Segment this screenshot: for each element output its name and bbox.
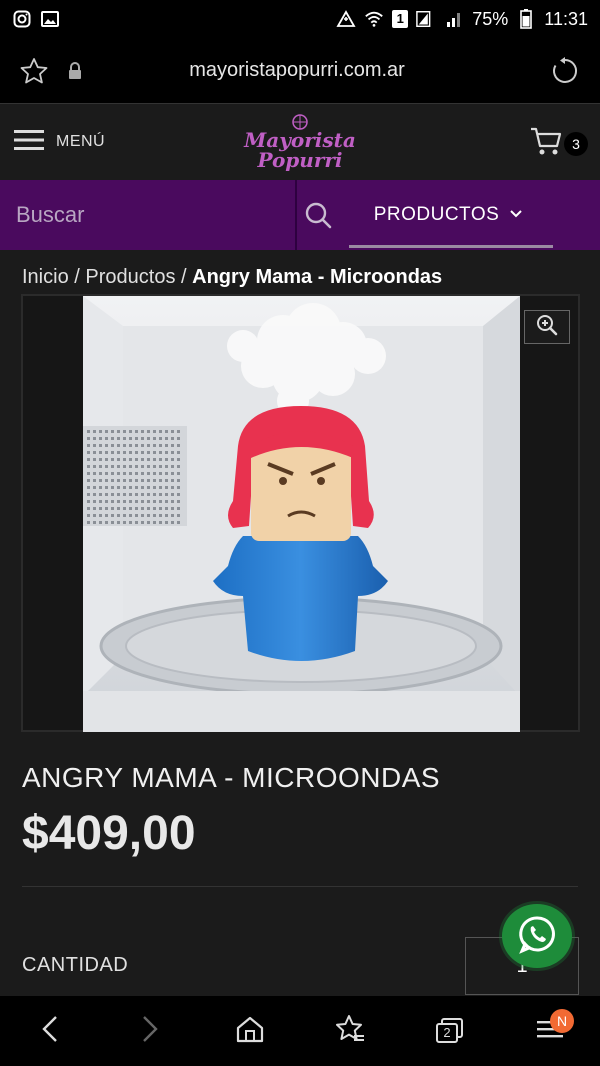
sim-slot-badge: 1 xyxy=(392,10,409,28)
breadcrumb-separator: / xyxy=(74,266,80,288)
forward-button[interactable] xyxy=(120,1001,180,1061)
product-image[interactable] xyxy=(83,296,520,732)
back-arrow-icon xyxy=(40,1015,60,1048)
battery-percent: 75% xyxy=(472,8,509,29)
product-title: ANGRY MAMA - MICROONDAS xyxy=(22,762,441,793)
forward-arrow-icon xyxy=(140,1015,160,1048)
status-bar: 1 75% 11:31 xyxy=(0,0,600,38)
cart-button[interactable]: 3 xyxy=(530,126,588,161)
tabs-button[interactable]: 2 xyxy=(420,1001,480,1061)
chevron-down-icon xyxy=(509,206,523,224)
breadcrumb-current: Angry Mama - Microondas xyxy=(192,266,443,288)
products-dropdown[interactable]: PRODUCTOS xyxy=(297,180,600,250)
logo-line-2: Popurri xyxy=(257,148,343,172)
menu-label: MENÚ xyxy=(56,133,106,150)
signal-icon xyxy=(416,9,436,29)
bookmarks-button[interactable] xyxy=(320,1001,380,1061)
whatsapp-button[interactable] xyxy=(502,904,572,968)
url-text[interactable]: mayoristapopurri.com.ar xyxy=(46,59,548,82)
wifi-icon xyxy=(364,9,384,29)
menu-button[interactable]: MENÚ xyxy=(14,128,105,157)
search-nav-bar: PRODUCTOS xyxy=(0,180,600,250)
breadcrumb-separator: / xyxy=(181,266,187,288)
cart-count-badge: 3 xyxy=(564,131,588,156)
tabs-icon: 2 xyxy=(434,1017,466,1045)
breadcrumb-home[interactable]: Inicio xyxy=(22,266,69,288)
data-saver-icon xyxy=(336,9,356,29)
browser-bottom-nav: 2 N xyxy=(0,996,600,1066)
hamburger-icon xyxy=(14,128,44,157)
zoom-button[interactable] xyxy=(524,310,570,344)
search-input[interactable] xyxy=(16,202,304,228)
back-button[interactable] xyxy=(20,1001,80,1061)
bookmarks-star-icon xyxy=(334,1014,366,1049)
zoom-in-icon xyxy=(536,314,558,341)
reload-icon[interactable] xyxy=(548,54,582,88)
tabs-count: 2 xyxy=(443,1025,451,1040)
breadcrumb-products[interactable]: Productos xyxy=(85,266,175,288)
search-box xyxy=(0,180,332,250)
product-image-gallery xyxy=(21,294,580,732)
notification-badge: N xyxy=(550,1009,574,1033)
gallery-icon xyxy=(40,9,60,29)
browser-menu-button[interactable]: N xyxy=(520,1001,580,1061)
tab-underline xyxy=(349,245,553,248)
clock: 11:31 xyxy=(544,8,588,29)
home-button[interactable] xyxy=(220,1001,280,1061)
logo-line-1: Mayorista xyxy=(244,128,356,152)
divider xyxy=(22,886,578,887)
browser-address-bar: mayoristapopurri.com.ar xyxy=(0,38,600,104)
product-price: $409,00 xyxy=(22,807,196,860)
battery-icon xyxy=(516,9,536,29)
signal-bars-icon xyxy=(444,9,464,29)
products-label: PRODUCTOS xyxy=(373,204,500,225)
site-logo[interactable]: Mayorista Popurri xyxy=(230,114,370,170)
breadcrumb: Inicio / Productos / Angry Mama - Microo… xyxy=(22,266,442,289)
cart-icon xyxy=(530,126,562,161)
site-header: MENÚ Mayorista Popurri 3 xyxy=(0,104,600,180)
whatsapp-icon xyxy=(517,914,557,959)
home-icon xyxy=(235,1015,265,1048)
instagram-icon xyxy=(12,9,32,29)
quantity-label: CANTIDAD xyxy=(22,954,129,976)
